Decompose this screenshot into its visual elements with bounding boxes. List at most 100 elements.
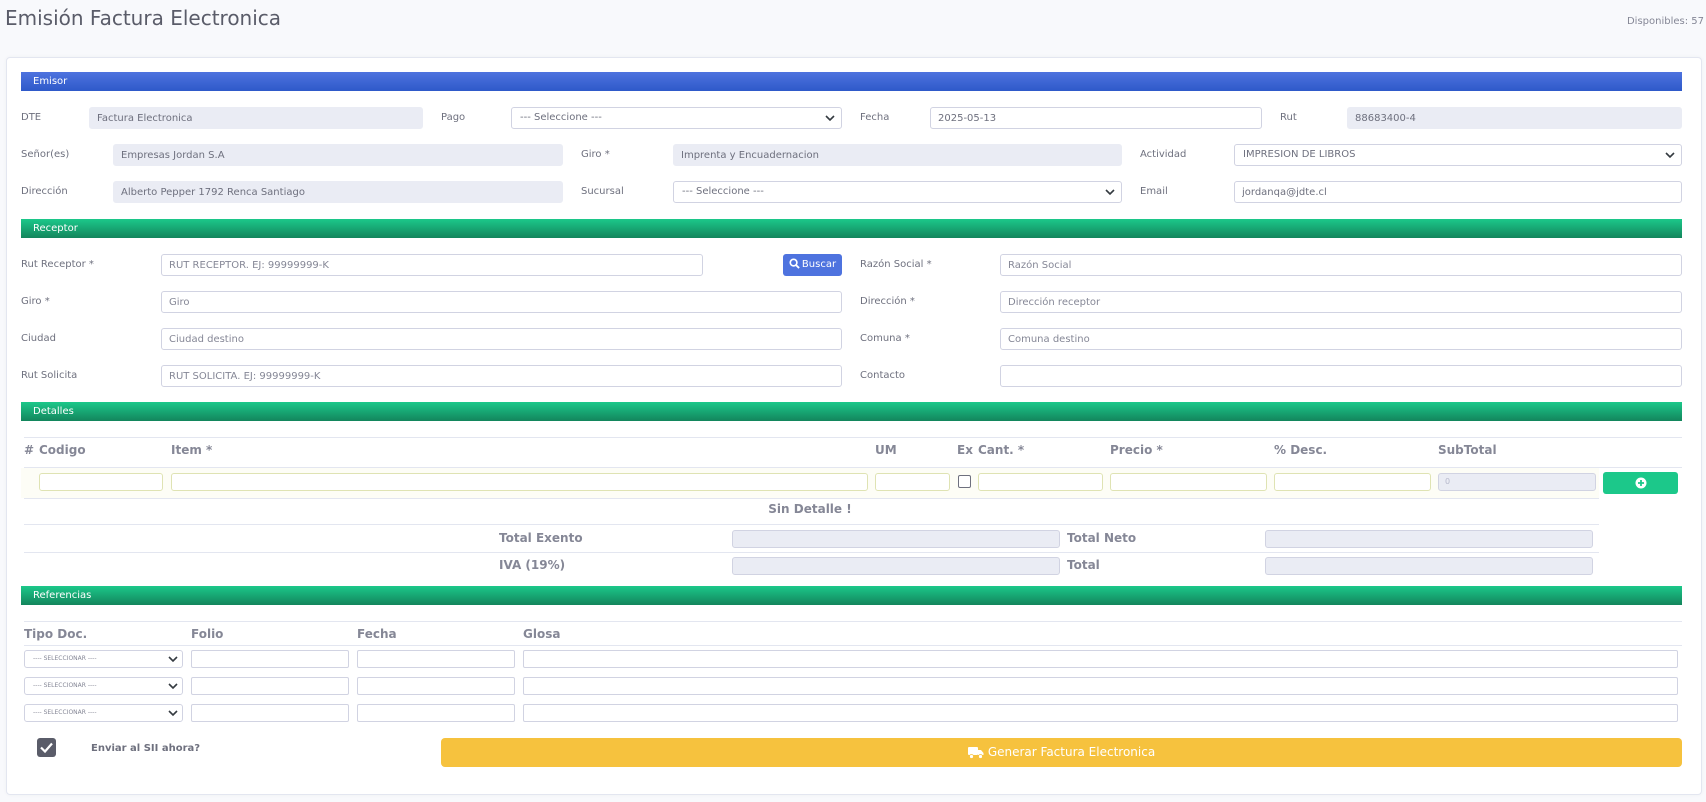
col-desc: % Desc. xyxy=(1274,443,1328,457)
add-item-button[interactable] xyxy=(1603,472,1678,494)
ref-tipo-doc-value: ---- SELECCIONAR ---- xyxy=(33,709,97,716)
exento-checkbox[interactable] xyxy=(958,475,971,488)
col-item: Item * xyxy=(171,443,213,457)
col-index: # xyxy=(24,443,35,457)
divider xyxy=(24,645,1682,646)
ref-folio-input[interactable] xyxy=(191,704,349,722)
codigo-input[interactable] xyxy=(39,473,163,491)
divider xyxy=(24,498,1599,499)
generar-factura-button[interactable]: Generar Factura Electronica xyxy=(441,738,1682,767)
actividad-label: Actividad xyxy=(1140,149,1187,160)
chevron-down-icon xyxy=(825,115,835,122)
contacto-input[interactable] xyxy=(1000,365,1682,387)
sucursal-label: Sucursal xyxy=(581,186,624,197)
total-neto-field xyxy=(1265,530,1593,548)
email-label: Email xyxy=(1140,186,1168,197)
buscar-button-label: Buscar xyxy=(801,259,837,270)
rut-solicita-label: Rut Solicita xyxy=(21,370,78,381)
dte-field[interactable] xyxy=(89,107,423,129)
giro-receptor-label: Giro * xyxy=(21,296,50,307)
giro-field[interactable] xyxy=(673,144,1122,166)
giro-label: Giro * xyxy=(581,149,610,160)
sucursal-select[interactable]: --- Seleccione --- xyxy=(673,181,1122,203)
direccion-field[interactable] xyxy=(113,181,563,203)
ciudad-input[interactable] xyxy=(161,328,842,350)
col-ex: Ex xyxy=(957,443,973,457)
page-title: Emisión Factura Electronica xyxy=(5,6,282,30)
col-tipo-doc: Tipo Doc. xyxy=(24,627,88,641)
truck-icon xyxy=(967,747,984,759)
giro-receptor-input[interactable] xyxy=(161,291,842,313)
ref-tipo-doc-value: ---- SELECCIONAR ---- xyxy=(33,682,97,689)
col-fecha: Fecha xyxy=(357,627,397,641)
chevron-down-icon xyxy=(1105,189,1115,196)
iva-field xyxy=(732,557,1060,575)
fecha-label: Fecha xyxy=(860,112,890,123)
col-codigo: Codigo xyxy=(39,443,86,457)
rut-solicita-input[interactable] xyxy=(161,365,842,387)
rut-label: Rut xyxy=(1280,112,1297,123)
actividad-select[interactable]: IMPRESION DE LIBROS xyxy=(1234,144,1682,166)
precio-input[interactable] xyxy=(1110,473,1267,491)
enviar-sii-checkbox[interactable] xyxy=(37,738,56,757)
email-field[interactable] xyxy=(1234,181,1682,203)
search-icon xyxy=(789,258,800,269)
check-icon xyxy=(40,742,53,754)
ref-folio-input[interactable] xyxy=(191,677,349,695)
total-exento-label: Total Exento xyxy=(499,531,583,545)
col-um: UM xyxy=(875,443,897,457)
divider xyxy=(24,524,1599,525)
divider xyxy=(24,552,1599,553)
pago-label: Pago xyxy=(441,112,466,123)
subtotal-field: 0 xyxy=(1438,473,1596,491)
available-count: Disponibles: 57 xyxy=(1626,16,1704,27)
ref-tipo-doc-select[interactable]: ---- SELECCIONAR ---- xyxy=(24,650,183,668)
divider xyxy=(24,437,1682,438)
actividad-select-value: IMPRESION DE LIBROS xyxy=(1243,149,1356,160)
ref-tipo-doc-value: ---- SELECCIONAR ---- xyxy=(33,655,97,662)
direccion-receptor-input[interactable] xyxy=(1000,291,1682,313)
col-subtotal: SubTotal xyxy=(1438,443,1497,457)
rut-receptor-input[interactable] xyxy=(161,254,703,276)
col-cant: Cant. * xyxy=(978,443,1025,457)
dte-label: DTE xyxy=(21,112,42,123)
plus-circle-icon xyxy=(1635,477,1647,489)
ref-fecha-input[interactable] xyxy=(357,704,515,722)
col-folio: Folio xyxy=(191,627,224,641)
contacto-label: Contacto xyxy=(860,370,906,381)
ref-tipo-doc-select[interactable]: ---- SELECCIONAR ---- xyxy=(24,704,183,722)
chevron-down-icon xyxy=(168,683,178,690)
sucursal-select-value: --- Seleccione --- xyxy=(682,186,764,197)
buscar-button[interactable]: Buscar xyxy=(783,254,842,276)
pago-select-value: --- Seleccione --- xyxy=(520,112,602,123)
emisor-section-header: Emisor xyxy=(21,72,1682,91)
um-input[interactable] xyxy=(875,473,950,491)
total-neto-label: Total Neto xyxy=(1067,531,1137,545)
comuna-input[interactable] xyxy=(1000,328,1682,350)
empty-detail-message: Sin Detalle ! xyxy=(768,502,852,516)
cantidad-input[interactable] xyxy=(978,473,1103,491)
total-exento-field xyxy=(732,530,1060,548)
razon-social-input[interactable] xyxy=(1000,254,1682,276)
rut-receptor-label: Rut Receptor * xyxy=(21,259,94,270)
ref-glosa-input[interactable] xyxy=(523,650,1678,668)
descuento-input[interactable] xyxy=(1274,473,1431,491)
ref-glosa-input[interactable] xyxy=(523,677,1678,695)
comuna-label: Comuna * xyxy=(860,333,910,344)
direccion-receptor-label: Dirección * xyxy=(860,296,915,307)
total-label: Total xyxy=(1067,558,1100,572)
ref-glosa-input[interactable] xyxy=(523,704,1678,722)
ciudad-label: Ciudad xyxy=(21,333,56,344)
ref-tipo-doc-select[interactable]: ---- SELECCIONAR ---- xyxy=(24,677,183,695)
ref-folio-input[interactable] xyxy=(191,650,349,668)
ref-fecha-input[interactable] xyxy=(357,677,515,695)
chevron-down-icon xyxy=(1665,152,1675,159)
fecha-field[interactable] xyxy=(930,107,1262,129)
enviar-sii-label: Enviar al SII ahora? xyxy=(91,743,201,754)
pago-select[interactable]: --- Seleccione --- xyxy=(511,107,842,129)
item-input[interactable] xyxy=(171,473,868,491)
senores-field[interactable] xyxy=(113,144,563,166)
rut-field[interactable] xyxy=(1347,107,1682,129)
razon-social-label: Razón Social * xyxy=(860,259,932,270)
ref-fecha-input[interactable] xyxy=(357,650,515,668)
